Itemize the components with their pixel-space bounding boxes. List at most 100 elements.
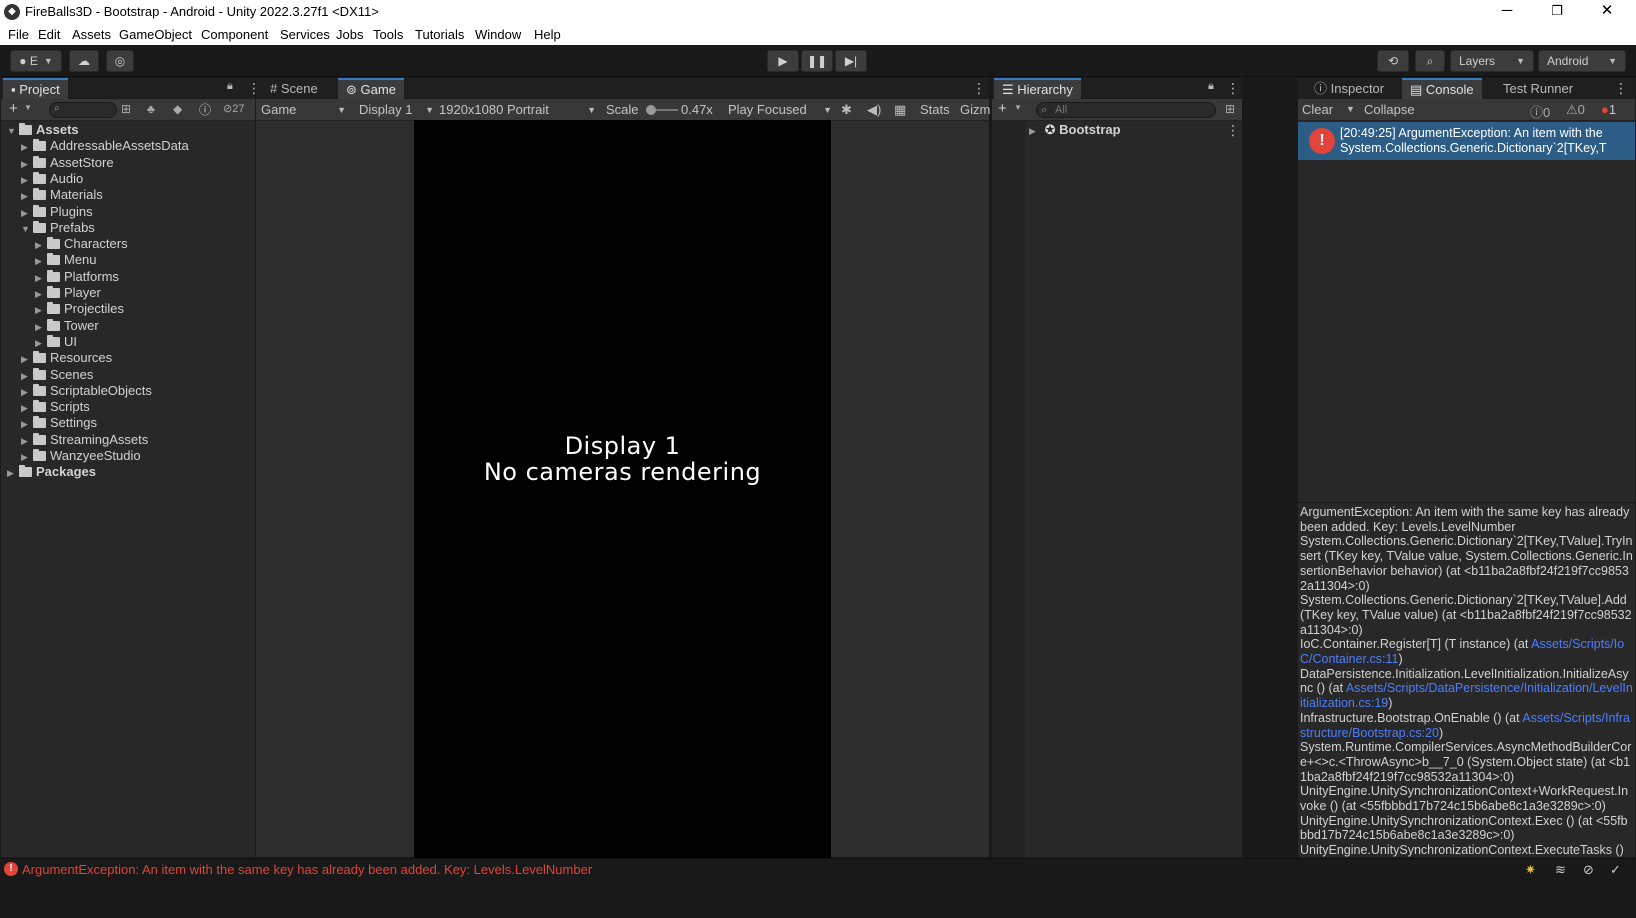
chevron-right-icon[interactable]: ▶ — [21, 400, 33, 416]
project-tree-item[interactable]: ▶ Settings — [21, 415, 97, 431]
project-tree-item[interactable]: ▶ ScriptableObjects — [21, 383, 152, 399]
console-log-entry[interactable]: ! [20:49:25] ArgumentException: An item … — [1298, 122, 1635, 160]
clear-options-chevron-icon[interactable]: ▼ — [1346, 104, 1355, 114]
chevron-right-icon[interactable]: ▶ — [21, 449, 33, 465]
view-mode-dropdown[interactable]: Game ▼ — [258, 101, 348, 119]
project-tree-item[interactable]: ▶ Audio — [21, 171, 83, 187]
game-view-canvas[interactable] — [414, 120, 831, 858]
chevron-down-icon[interactable]: ▼ — [7, 123, 19, 139]
menu-services[interactable]: Services — [280, 27, 330, 42]
play-button[interactable]: ▶ — [767, 50, 799, 72]
add-button[interactable]: + — [9, 100, 18, 117]
lock-icon[interactable]: 🔒︎ — [1208, 80, 1214, 93]
scene-visibility-icon[interactable]: ⊞ — [1225, 102, 1235, 116]
project-tree-item[interactable]: ▶ Materials — [21, 187, 103, 203]
console-splitter[interactable] — [1298, 502, 1635, 503]
gizmos-button[interactable]: Gizm — [960, 102, 990, 117]
menu-tools[interactable]: Tools — [373, 27, 403, 42]
project-tree-item[interactable]: ▶ Projectiles — [35, 301, 124, 317]
menu-assets[interactable]: Assets — [72, 27, 111, 42]
project-tree-item[interactable]: ▶ Menu — [35, 252, 97, 268]
project-tree-item[interactable]: ▶ Platforms — [35, 269, 119, 285]
project-tree-item[interactable]: ▶ Packages — [7, 464, 96, 480]
project-tree-item[interactable]: ▶ Scenes — [21, 367, 93, 383]
play-mode-dropdown[interactable]: Play Focused ▼ — [724, 101, 834, 119]
chevron-right-icon[interactable]: ▶ — [21, 156, 33, 172]
chevron-down-icon[interactable]: ▼ — [1014, 103, 1022, 112]
project-tree-item[interactable]: ▶ AddressableAssetsData — [21, 138, 189, 154]
project-tree-item[interactable]: ▶ AssetStore — [21, 155, 114, 171]
chevron-right-icon[interactable]: ▶ — [21, 139, 33, 155]
favorite-icon[interactable]: ◆ — [173, 102, 182, 116]
source-link[interactable]: Assets/Scripts/DataPersistence/Initializ… — [1300, 681, 1633, 710]
warning-filter-toggle[interactable]: ⚠0 — [1566, 102, 1585, 118]
history-button[interactable]: ⟲ — [1377, 50, 1409, 72]
stats-button[interactable]: Stats — [920, 102, 950, 117]
project-tree-item[interactable]: ▶ Tower — [35, 318, 99, 334]
step-button[interactable]: ▶| — [835, 50, 867, 72]
layers-stack-icon[interactable]: ≋ — [1555, 862, 1566, 878]
project-tree-item[interactable]: ▶ StreamingAssets — [21, 432, 148, 448]
chevron-right-icon[interactable]: ▶ — [35, 302, 47, 318]
hierarchy-item-bootstrap[interactable]: ▶ ✪ Bootstrap — [1029, 122, 1121, 138]
project-tree-item[interactable]: ▶ Resources — [21, 350, 112, 366]
pause-button[interactable]: ❚❚ — [801, 50, 833, 72]
slider-thumb[interactable] — [646, 105, 656, 115]
chevron-right-icon[interactable]: ▶ — [21, 205, 33, 221]
project-search-input[interactable]: ⌕ — [49, 102, 117, 118]
menu-file[interactable]: File — [8, 27, 29, 42]
hierarchy-search-input[interactable]: ⌕ All — [1036, 102, 1216, 118]
project-tree-item[interactable]: ▶ Plugins — [21, 204, 93, 220]
chevron-right-icon[interactable]: ▶ — [35, 237, 47, 253]
tab-project[interactable]: ▪ Project — [3, 78, 68, 99]
chevron-right-icon[interactable]: ▶ — [35, 286, 47, 302]
project-tree-item[interactable]: ▼ Assets — [7, 122, 79, 138]
project-tree-item[interactable]: ▶ Characters — [35, 236, 128, 252]
search-by-label-icon[interactable]: ♣ — [147, 102, 155, 116]
collapse-button[interactable]: Collapse — [1364, 102, 1415, 117]
tab-console[interactable]: ▤ Console — [1402, 78, 1482, 99]
kebab-menu-icon[interactable]: ⋮ — [972, 80, 986, 97]
chevron-right-icon[interactable]: ▶ — [21, 433, 33, 449]
account-dropdown[interactable]: ● E ▼ — [10, 50, 62, 72]
tab-hierarchy[interactable]: ☰ Hierarchy — [994, 78, 1081, 99]
chevron-right-icon[interactable]: ▶ — [21, 384, 33, 400]
chevron-right-icon[interactable]: ▶ — [35, 270, 47, 286]
info-icon[interactable]: ⓘ — [199, 101, 211, 118]
kebab-menu-icon[interactable]: ⋮ — [1614, 80, 1628, 97]
chevron-right-icon[interactable]: ▶ — [21, 351, 33, 367]
cloud-button[interactable]: ☁ — [69, 50, 99, 72]
status-message[interactable]: ArgumentException: An item with the same… — [22, 862, 592, 877]
chevron-right-icon[interactable]: ▶ — [35, 335, 47, 351]
keyboard-icon[interactable]: ▦ — [894, 102, 906, 118]
close-button[interactable]: ✕ — [1584, 0, 1630, 24]
search-by-type-icon[interactable]: ⊞ — [121, 102, 131, 116]
chevron-down-icon[interactable]: ▼ — [21, 221, 33, 237]
menu-component[interactable]: Component — [201, 27, 268, 42]
scale-slider[interactable] — [646, 105, 678, 115]
minimize-button[interactable]: ─ — [1484, 0, 1530, 24]
tab-test-runner[interactable]: Test Runner — [1495, 78, 1581, 99]
chevron-right-icon[interactable]: ▶ — [21, 188, 33, 204]
chevron-right-icon[interactable]: ▶ — [21, 172, 33, 188]
resolution-dropdown[interactable]: 1920x1080 Portrait ▼ — [436, 101, 598, 119]
collab-button[interactable]: ◎ — [106, 50, 134, 72]
menu-window[interactable]: Window — [475, 27, 521, 42]
chevron-right-icon[interactable]: ▶ — [7, 465, 19, 481]
menu-gameobject[interactable]: GameObject — [119, 27, 192, 42]
chevron-right-icon[interactable]: ▶ — [35, 319, 47, 335]
bug-icon[interactable]: ✱ — [841, 102, 852, 118]
kebab-menu-icon[interactable]: ⋮ — [1226, 80, 1240, 97]
tab-scene[interactable]: # Scene — [262, 78, 326, 99]
project-tree-item[interactable]: ▼ Prefabs — [21, 220, 95, 236]
project-tree-item[interactable]: ▶ WanzyeeStudio — [21, 448, 141, 464]
hidden-packages-toggle[interactable]: ⊘27 — [223, 102, 244, 115]
tab-inspector[interactable]: ⓘ Inspector — [1306, 78, 1392, 99]
menu-help[interactable]: Help — [534, 27, 561, 42]
chevron-right-icon[interactable]: ▶ — [35, 253, 47, 269]
project-tree-item[interactable]: ▶ Scripts — [21, 399, 90, 415]
chevron-down-icon[interactable]: ▼ — [24, 103, 32, 112]
layout-dropdown[interactable]: Android ▼ — [1538, 50, 1626, 72]
create-button[interactable]: + — [998, 100, 1007, 117]
menu-tutorials[interactable]: Tutorials — [415, 27, 464, 42]
